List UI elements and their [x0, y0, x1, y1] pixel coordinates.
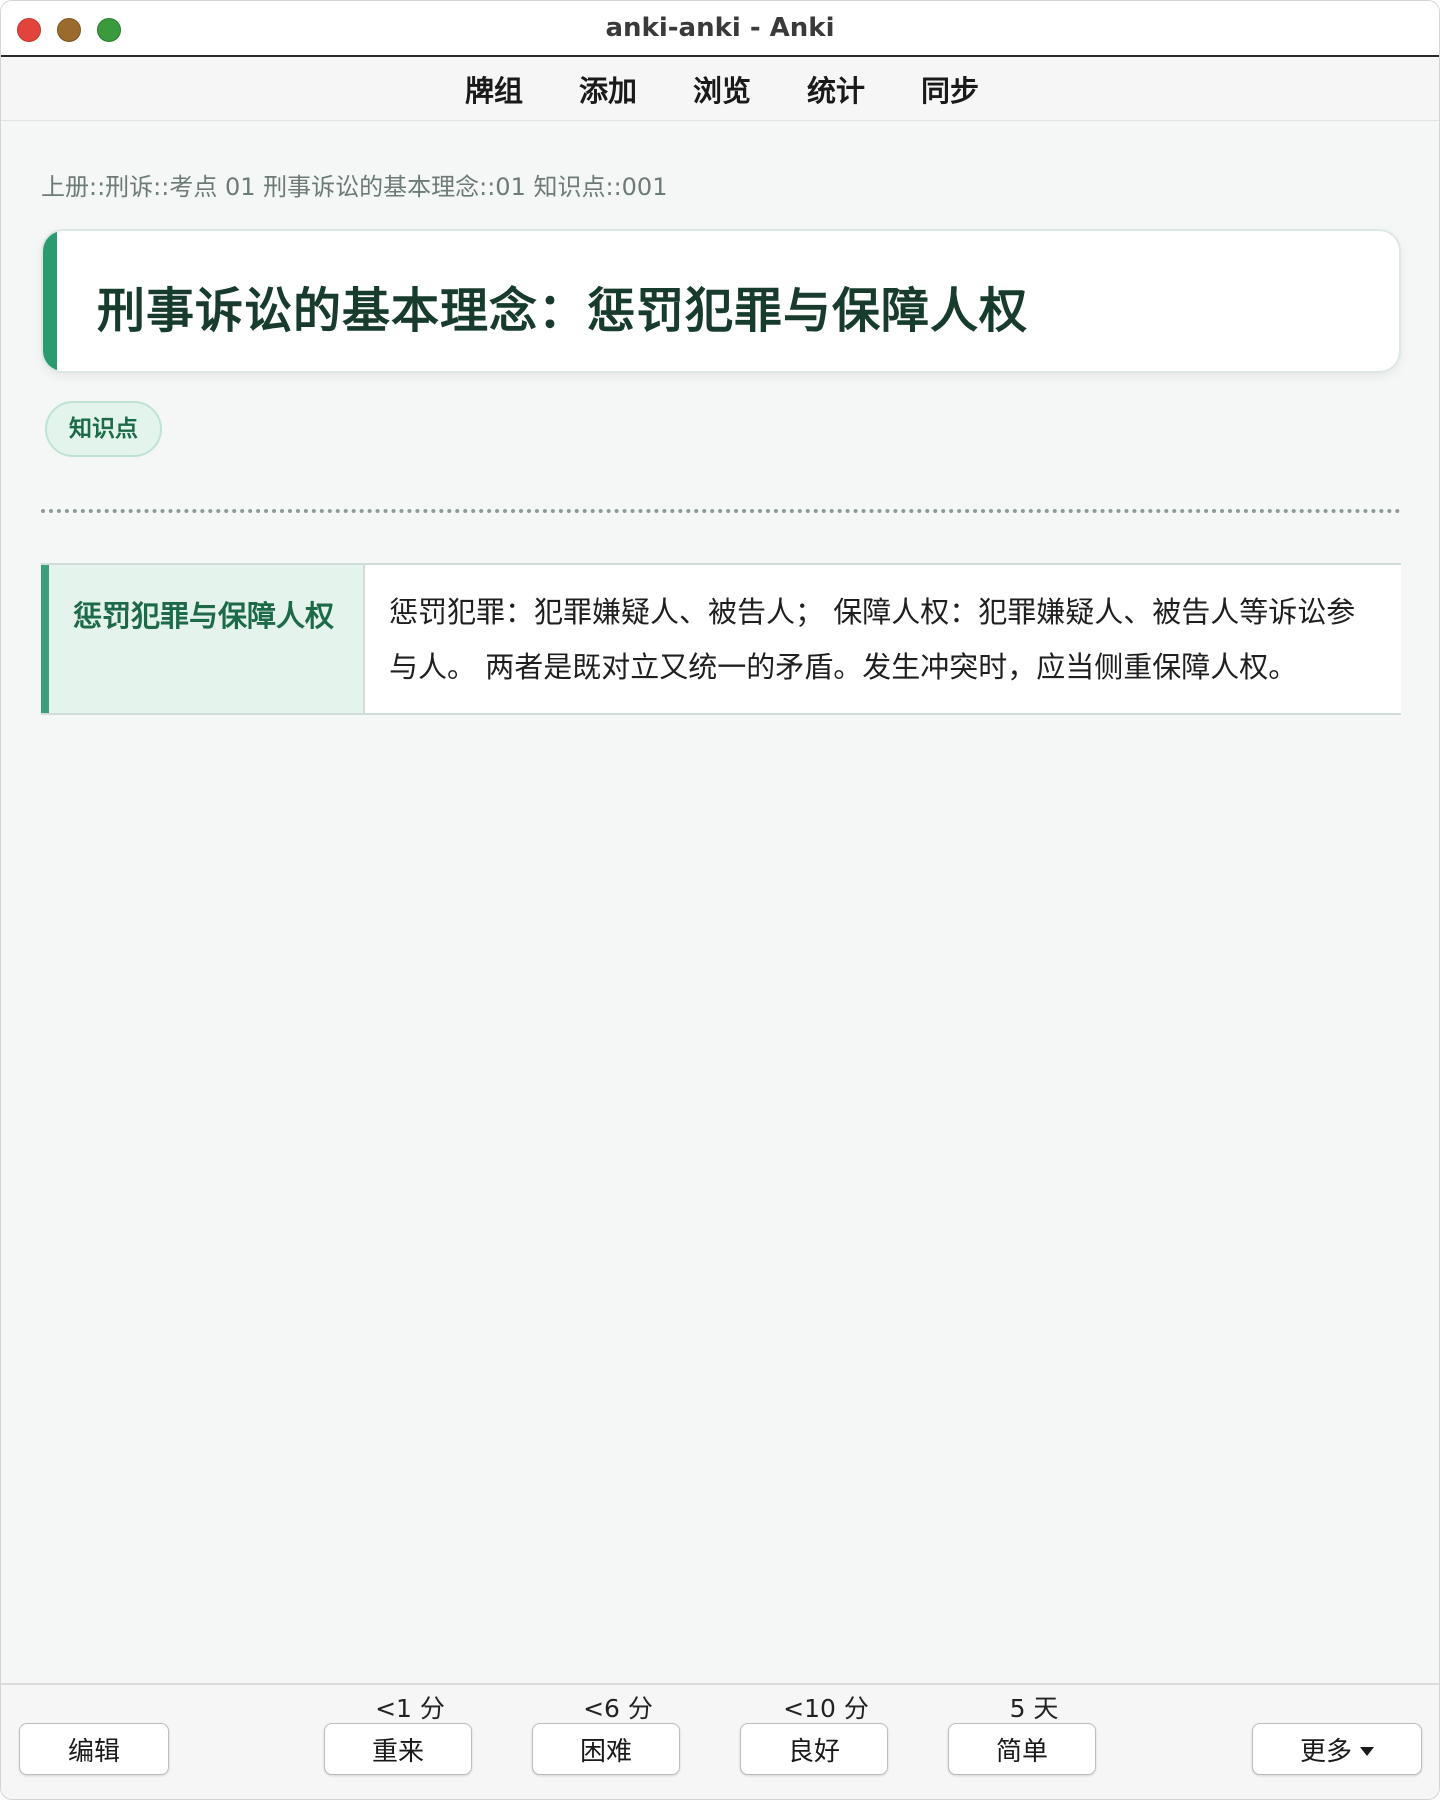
good-button[interactable]: 良好: [740, 1723, 888, 1775]
deck-breadcrumb: 上册::刑诉::考点 01 刑事诉讼的基本理念::01 知识点::001: [41, 173, 668, 201]
card-title-box: 刑事诉讼的基本理念：惩罚犯罪与保障人权: [41, 229, 1401, 373]
nav-add[interactable]: 添加: [579, 68, 637, 110]
again-button[interactable]: 重来: [324, 1723, 472, 1775]
title-accent-bar: [43, 231, 57, 371]
dotted-divider: [41, 509, 1401, 513]
easy-interval: 5 天: [1009, 1694, 1059, 1723]
nav-browse[interactable]: 浏览: [693, 68, 751, 110]
card-tag: 知识点: [45, 401, 162, 457]
nav-decks[interactable]: 牌组: [465, 68, 523, 110]
more-button[interactable]: 更多: [1252, 1723, 1422, 1775]
title-bar: anki-anki - Anki: [1, 1, 1439, 57]
card-content: 上册::刑诉::考点 01 刑事诉讼的基本理念::01 知识点::001 刑事诉…: [41, 121, 1401, 715]
more-button-label: 更多: [1299, 1736, 1352, 1767]
again-interval: <1 分: [375, 1694, 445, 1723]
review-bottom-bar: 编辑 <1 分 重来 <6 分 困难 <10 分 良好 5 天 简单 更多: [1, 1683, 1439, 1799]
main-toolbar: 牌组 添加 浏览 统计 同步: [1, 57, 1439, 121]
caret-down-icon: [1360, 1746, 1374, 1756]
anki-window: anki-anki - Anki 牌组 添加 浏览 统计 同步 上册::刑诉::…: [0, 0, 1440, 1800]
hard-button[interactable]: 困难: [532, 1723, 680, 1775]
good-interval: <10 分: [783, 1694, 869, 1723]
nav-stats[interactable]: 统计: [807, 68, 865, 110]
edit-button[interactable]: 编辑: [19, 1723, 169, 1775]
easy-button[interactable]: 简单: [948, 1723, 1096, 1775]
window-title: anki-anki - Anki: [605, 13, 835, 43]
knowledge-table-heading: 惩罚犯罪与保障人权: [41, 565, 365, 713]
knowledge-table-body: 惩罚犯罪：犯罪嫌疑人、被告人； 保障人权：犯罪嫌疑人、被告人等诉讼参与人。 两者…: [389, 595, 1356, 684]
hard-interval: <6 分: [583, 1694, 653, 1723]
card-title: 刑事诉讼的基本理念：惩罚犯罪与保障人权: [97, 283, 1029, 339]
nav-sync[interactable]: 同步: [921, 68, 979, 110]
knowledge-table: 惩罚犯罪与保障人权 惩罚犯罪：犯罪嫌疑人、被告人； 保障人权：犯罪嫌疑人、被告人…: [41, 563, 1401, 715]
